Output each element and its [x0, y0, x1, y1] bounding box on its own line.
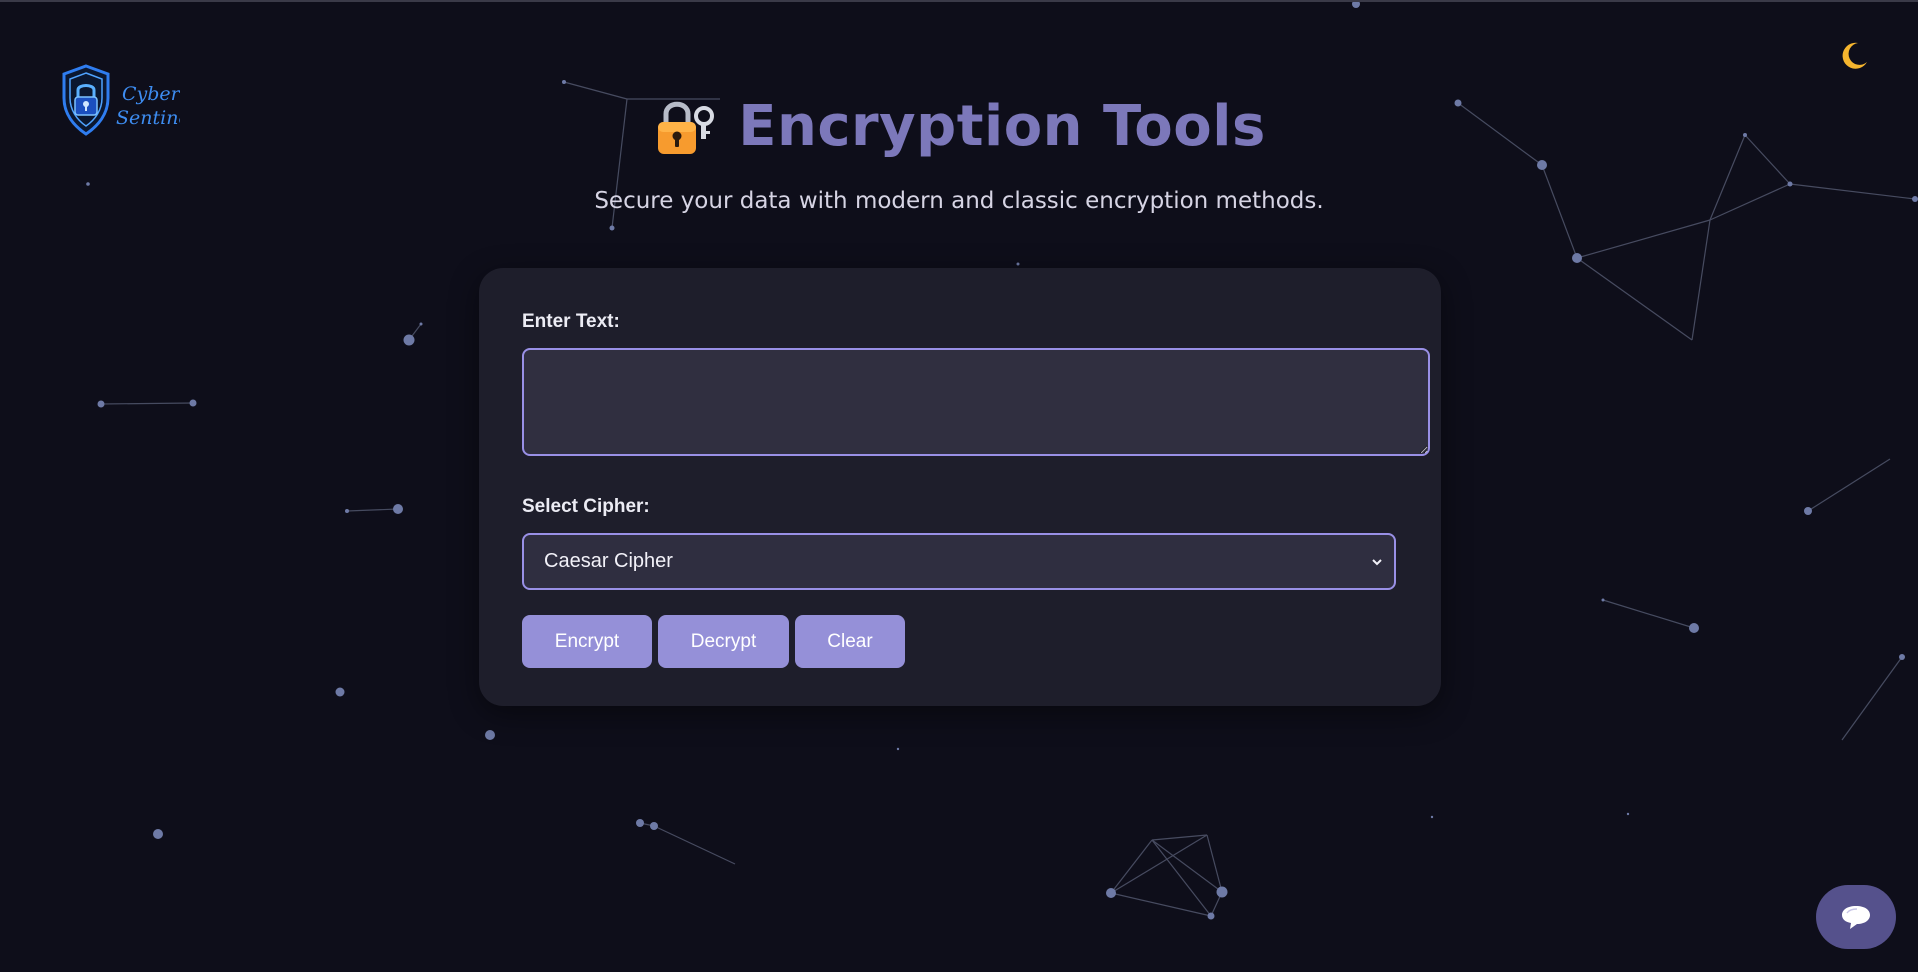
decrypt-button[interactable]: Decrypt [658, 615, 789, 668]
crescent-moon-icon [1842, 42, 1867, 69]
encrypt-button[interactable]: Encrypt [522, 615, 652, 668]
page-subtitle: Secure your data with modern and classic… [594, 188, 1324, 214]
chevron-down-icon [1372, 559, 1382, 566]
page: Cyber Sentinel Encryption Tools Secure y… [0, 0, 1918, 972]
text-input[interactable] [522, 348, 1430, 456]
theme-toggle-button[interactable] [1836, 38, 1872, 74]
cipher-select-label: Select Cipher: [522, 496, 650, 517]
locked-with-key-icon [658, 101, 715, 154]
cipher-select[interactable]: Caesar Cipher [522, 533, 1396, 590]
page-header: Encryption Tools [0, 94, 1918, 159]
text-input-label: Enter Text: [522, 311, 620, 332]
chat-button[interactable] [1816, 885, 1896, 949]
speech-bubble-icon [1842, 906, 1870, 929]
encryption-form-card: Enter Text: Select Cipher: Caesar Cipher… [479, 268, 1441, 706]
cipher-select-value: Caesar Cipher [544, 550, 673, 572]
page-title: Encryption Tools [738, 94, 1266, 159]
clear-button[interactable]: Clear [795, 615, 905, 668]
